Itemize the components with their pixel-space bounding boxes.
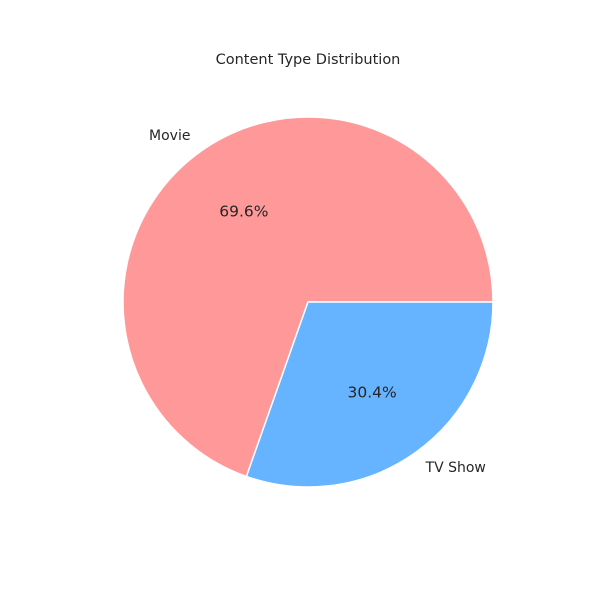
chart-title: Content Type Distribution [216, 52, 401, 68]
pct-label-tv-show: 30.4% [347, 384, 396, 402]
pie-chart: Content Type Distribution Movie 69.6% TV S… [122, 52, 494, 488]
slices-layer [122, 116, 494, 488]
pct-label-movie: 69.6% [219, 202, 268, 220]
slice-label-tv-show: TV Show [425, 460, 486, 476]
chart-canvas: Content Type Distribution Movie 69.6% TV S… [0, 0, 600, 600]
slice-label-movie: Movie [149, 128, 190, 144]
